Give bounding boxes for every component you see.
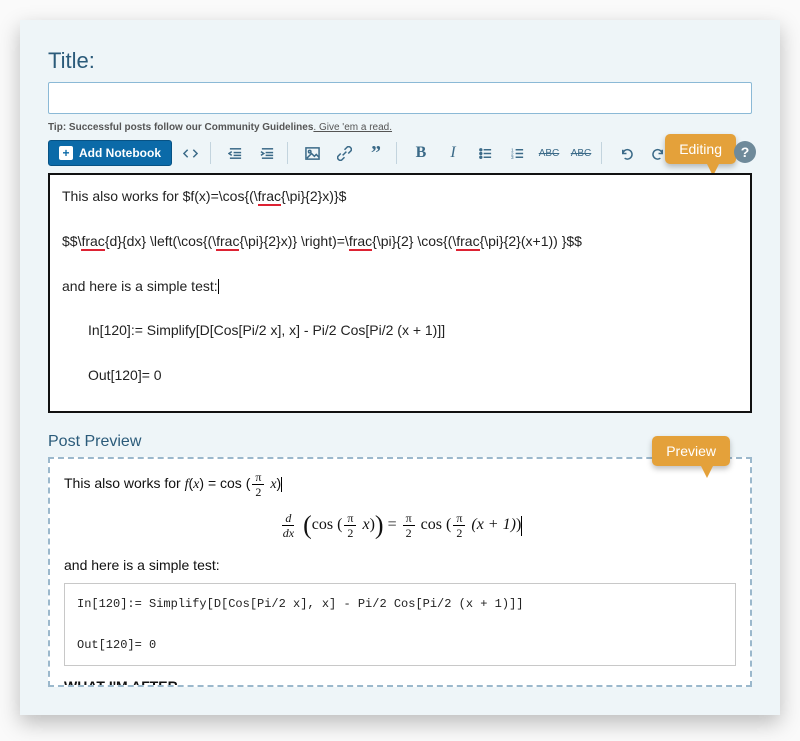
outdent-icon[interactable] bbox=[221, 139, 249, 167]
add-notebook-button[interactable]: + Add Notebook bbox=[48, 140, 172, 166]
preview-heading: Post Preview bbox=[48, 433, 752, 451]
title-label: Title: bbox=[48, 48, 752, 74]
editor-line: This also works for $f(x)=\cos{(\frac{\p… bbox=[62, 185, 738, 207]
preview-bubble: Preview bbox=[652, 436, 730, 466]
svg-text:3: 3 bbox=[510, 155, 513, 160]
bold-icon[interactable]: B bbox=[407, 139, 435, 167]
preview-equation: ddx (cos (π2 x)) = π2 cos (π2 (x + 1)) bbox=[64, 512, 736, 539]
preview-bubble-label: Preview bbox=[666, 443, 716, 459]
undo-icon[interactable] bbox=[612, 139, 640, 167]
code-icon[interactable] bbox=[176, 139, 204, 167]
editor-code-line: In[120]:= Simplify[D[Cos[Pi/2 x], x] - P… bbox=[62, 319, 738, 341]
guidelines-link[interactable]: . Give 'em a read. bbox=[313, 122, 392, 133]
preview-what-after: WHAT I'M AFTER bbox=[64, 678, 736, 687]
clear-format-icon[interactable]: ABC bbox=[567, 139, 595, 167]
numbered-list-icon[interactable]: 123 bbox=[503, 139, 531, 167]
preview-line: This also works for f(x) = cos (π2 x) bbox=[64, 471, 736, 498]
image-icon[interactable] bbox=[298, 139, 326, 167]
help-icon[interactable]: ? bbox=[734, 141, 756, 163]
tip-text: Tip: Successful posts follow our Communi… bbox=[48, 122, 752, 133]
editor-textarea[interactable]: This also works for $f(x)=\cos{(\frac{\p… bbox=[48, 173, 752, 413]
title-input[interactable] bbox=[48, 82, 752, 114]
redo-icon[interactable] bbox=[644, 139, 672, 167]
preview-code-block: In[120]:= Simplify[D[Cos[Pi/2 x], x] - P… bbox=[64, 583, 736, 666]
plus-icon: + bbox=[59, 146, 73, 160]
preview-line: and here is a simple test: bbox=[64, 557, 736, 573]
bullet-list-icon[interactable] bbox=[471, 139, 499, 167]
editor-code-line: Out[120]= 0 bbox=[62, 364, 738, 386]
indent-icon[interactable] bbox=[253, 139, 281, 167]
link-icon[interactable] bbox=[330, 139, 358, 167]
strikethrough-icon[interactable]: ABC bbox=[535, 139, 563, 167]
italic-icon[interactable]: I bbox=[439, 139, 467, 167]
editor-line: $$\frac{d}{dx} \left(\cos{(\frac{\pi}{2}… bbox=[62, 230, 738, 252]
editor-toolbar: + Add Notebook ” B I 123 ABC ABC bbox=[48, 139, 752, 167]
post-editor-panel: Editing Preview Title: Tip: Successful p… bbox=[20, 20, 780, 715]
preview-pane: This also works for f(x) = cos (π2 x) dd… bbox=[48, 457, 752, 687]
editor-line: and here is a simple test: bbox=[62, 275, 738, 297]
quote-icon[interactable]: ” bbox=[362, 139, 390, 167]
